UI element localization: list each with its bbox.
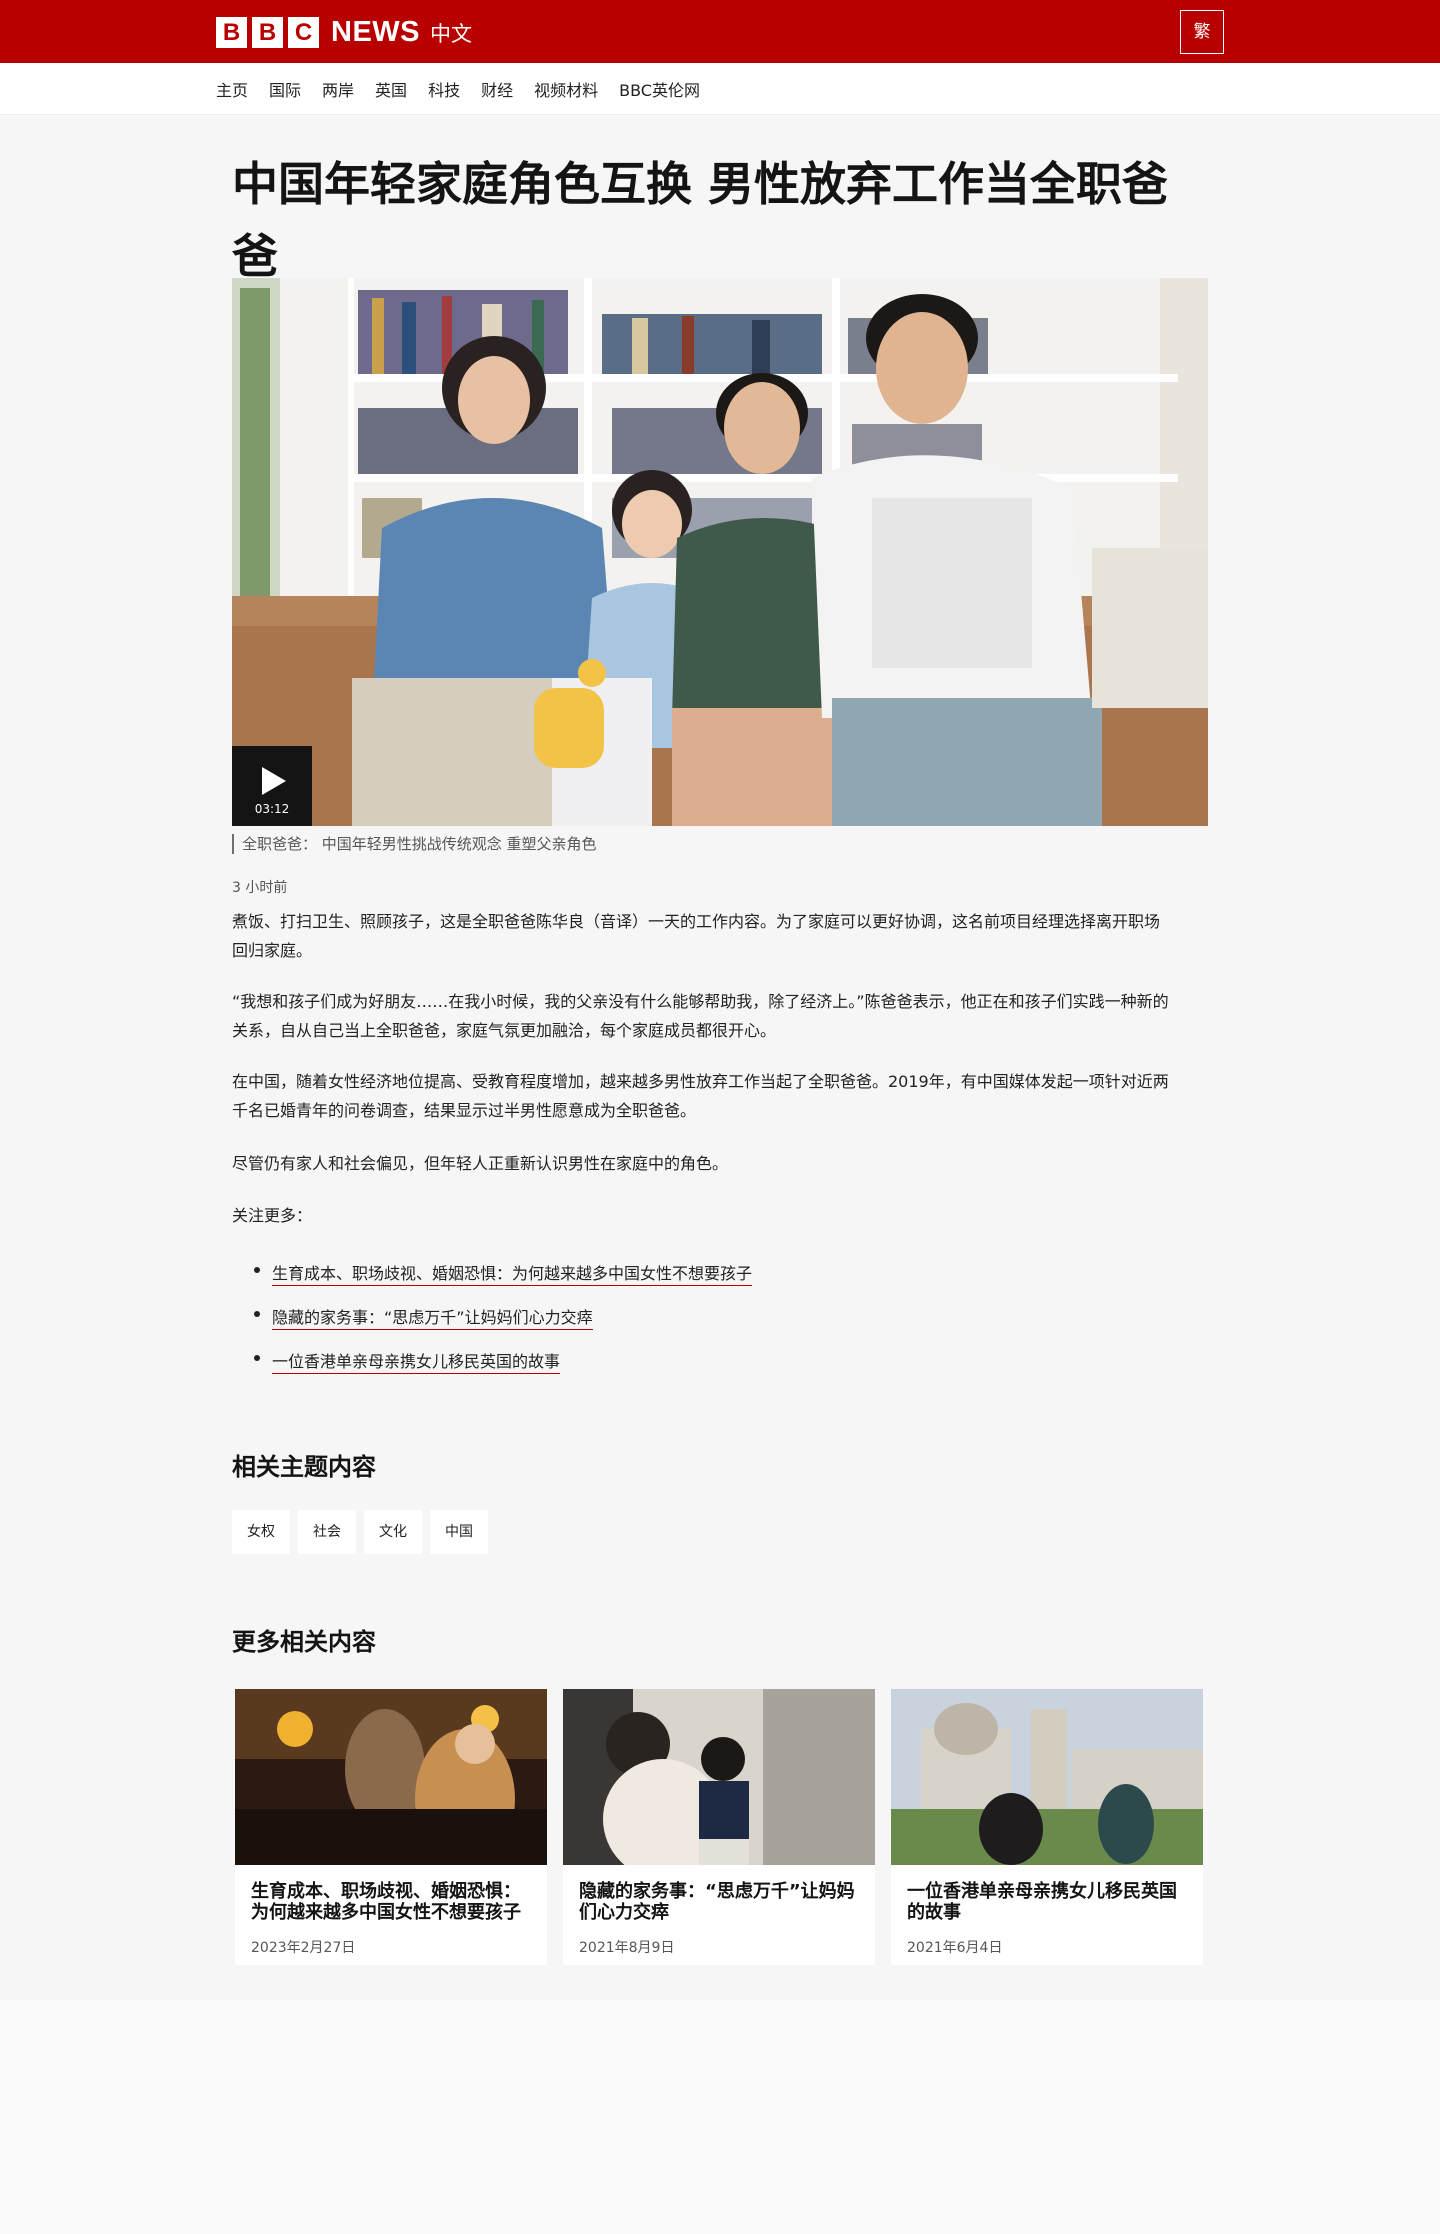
nav-item-video[interactable]: 视频材料 [534, 77, 598, 101]
card-title: 一位香港单亲母亲携女儿移民英国的故事 [907, 1881, 1177, 1923]
nav-item-tech[interactable]: 科技 [428, 77, 460, 101]
top-bar: B B C NEWS 中文 繁 [0, 0, 1440, 63]
bbc-news-logo[interactable]: B B C NEWS 中文 [216, 16, 472, 49]
related-card[interactable]: 隐藏的家务事：“思虑万千”让妈妈们心力交瘁 2021年8月9日 [563, 1689, 875, 1965]
article-paragraph: 关注更多： [232, 1206, 313, 1225]
article-timestamp: 3 小时前 [232, 880, 288, 896]
topic-tag[interactable]: 中国 [430, 1510, 488, 1554]
card-image [563, 1689, 875, 1865]
video-caption: 全职爸爸： 中国年轻男性挑战传统观念 重塑父亲角色 [232, 834, 597, 854]
list-item: 生育成本、职场歧视、婚姻恐惧：为何越来越多中国女性不想要孩子 [254, 1252, 753, 1296]
article-paragraph: “我想和孩子们成为好朋友……在我小时候，我的父亲没有什么能够帮助我，除了经济上。… [232, 992, 1169, 1040]
card-title: 隐藏的家务事：“思虑万千”让妈妈们心力交瘁 [579, 1881, 855, 1923]
more-section-title: 更多相关内容 [232, 1628, 376, 1656]
related-card[interactable]: 生育成本、职场歧视、婚姻恐惧：为何越来越多中国女性不想要孩子 2023年2月27… [235, 1689, 547, 1965]
navigation-bar: 主页 国际 两岸 英国 科技 财经 视频材料 BBC英伦网 [0, 63, 1440, 115]
topic-tag[interactable]: 社会 [298, 1510, 356, 1554]
related-link[interactable]: 隐藏的家务事：“思虑万千”让妈妈们心力交瘁 [272, 1307, 593, 1330]
topics-section-title: 相关主题内容 [232, 1453, 376, 1481]
card-title: 生育成本、职场歧视、婚姻恐惧：为何越来越多中国女性不想要孩子 [251, 1881, 521, 1923]
video-duration: 03:12 [254, 802, 290, 816]
logo-letter: B [252, 17, 283, 48]
related-cards: 生育成本、职场歧视、婚姻恐惧：为何越来越多中国女性不想要孩子 2023年2月27… [235, 1689, 1203, 1965]
nav-item-home[interactable]: 主页 [216, 77, 248, 101]
list-item: 一位香港单亲母亲携女儿移民英国的故事 [254, 1340, 752, 1384]
logo-news: NEWS [331, 16, 420, 48]
nav-item-cross-strait[interactable]: 两岸 [322, 77, 354, 101]
logo-lang: 中文 [430, 21, 472, 46]
topic-tags: 女权 社会 文化 中国 [232, 1510, 488, 1554]
related-link[interactable]: 生育成本、职场歧视、婚姻恐惧：为何越来越多中国女性不想要孩子 [272, 1263, 753, 1286]
card-date: 2021年6月4日 [907, 1940, 1003, 1956]
nav-list: 主页 国际 两岸 英国 科技 财经 视频材料 BBC英伦网 [216, 63, 700, 115]
video-play-button[interactable]: 03:12 [232, 746, 312, 826]
bullet-icon [254, 1311, 260, 1317]
traditional-chinese-button[interactable]: 繁 [1180, 10, 1224, 54]
list-item: 隐藏的家务事：“思虑万千”让妈妈们心力交瘁 [254, 1296, 752, 1340]
article-paragraph: 尽管仍有家人和社会偏见，但年轻人正重新认识男性在家庭中的角色。 [232, 1154, 729, 1173]
nav-item-uk[interactable]: 英国 [375, 77, 407, 101]
topic-tag[interactable]: 女权 [232, 1510, 290, 1554]
topic-tag[interactable]: 文化 [364, 1510, 422, 1554]
related-link[interactable]: 一位香港单亲母亲携女儿移民英国的故事 [272, 1351, 561, 1374]
article-paragraph: 在中国，随着女性经济地位提高、受教育程度增加，越来越多男性放弃工作当起了全职爸爸… [232, 1072, 1169, 1120]
card-image [235, 1689, 547, 1865]
card-image [891, 1689, 1203, 1865]
family-photo [232, 278, 1208, 826]
card-date: 2023年2月27日 [251, 1940, 356, 1956]
logo-letter: B [216, 17, 247, 48]
related-card[interactable]: 一位香港单亲母亲携女儿移民英国的故事 2021年6月4日 [891, 1689, 1203, 1965]
article-headline: 中国年轻家庭角色互换 男性放弃工作当全职爸爸 [232, 157, 1169, 283]
nav-item-bbc-uk-chinese[interactable]: BBC英伦网 [619, 77, 700, 101]
logo-letter: C [288, 17, 319, 48]
article-paragraph: 煮饭、打扫卫生、照顾孩子，这是全职爸爸陈华良（音译）一天的工作内容。为了家庭可以… [232, 912, 1161, 960]
video-thumbnail[interactable] [232, 278, 1208, 826]
bullet-icon [254, 1267, 260, 1273]
nav-item-world[interactable]: 国际 [269, 77, 301, 101]
bullet-icon [254, 1355, 260, 1361]
bbc-blocks: B B C [216, 17, 319, 48]
nav-item-finance[interactable]: 财经 [481, 77, 513, 101]
card-date: 2021年8月9日 [579, 1940, 675, 1956]
play-icon [262, 767, 286, 795]
related-links-list: 生育成本、职场歧视、婚姻恐惧：为何越来越多中国女性不想要孩子 隐藏的家务事：“思… [254, 1252, 753, 1384]
